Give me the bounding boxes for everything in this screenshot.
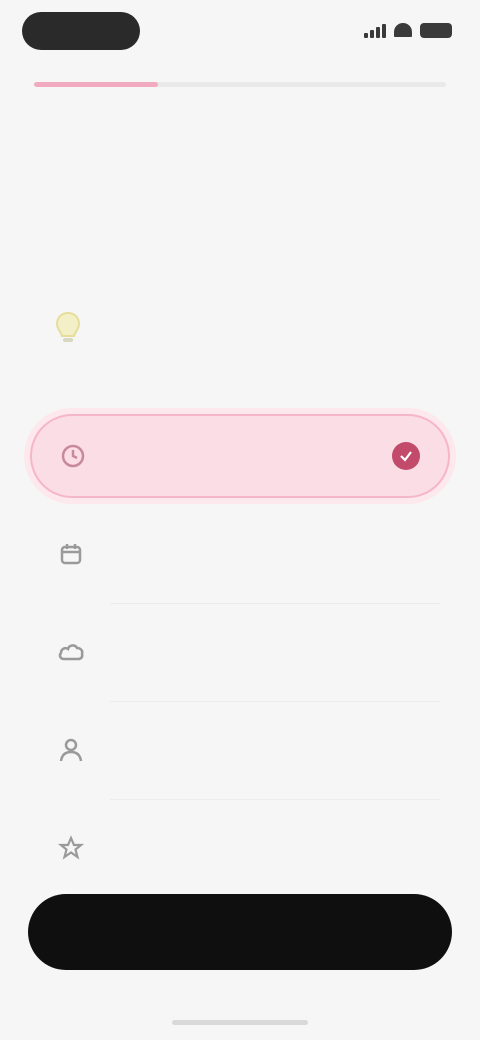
person-icon	[56, 735, 86, 765]
hint	[48, 306, 438, 350]
lightbulb-icon	[48, 308, 88, 348]
option-item[interactable]	[30, 806, 450, 890]
option-item[interactable]	[30, 512, 450, 604]
option-item[interactable]	[30, 610, 450, 702]
time-pill	[22, 12, 140, 50]
divider	[110, 799, 440, 800]
option-item[interactable]	[30, 708, 450, 800]
progress-bar	[34, 82, 446, 87]
option-item[interactable]	[30, 414, 450, 498]
check-icon	[392, 442, 420, 470]
progress-fill	[34, 82, 158, 87]
wifi-icon	[394, 23, 412, 37]
continue-button[interactable]	[28, 894, 452, 970]
divider	[110, 701, 440, 702]
option-list	[30, 414, 450, 904]
divider	[110, 603, 440, 604]
cloud-icon	[56, 637, 86, 667]
status-bar	[0, 0, 480, 64]
home-indicator	[172, 1020, 308, 1025]
clock-icon	[58, 441, 88, 471]
calendar-icon	[56, 539, 86, 569]
status-icons	[356, 20, 452, 40]
star-icon	[56, 833, 86, 863]
battery-icon	[420, 22, 452, 38]
signal-icon	[364, 22, 386, 38]
